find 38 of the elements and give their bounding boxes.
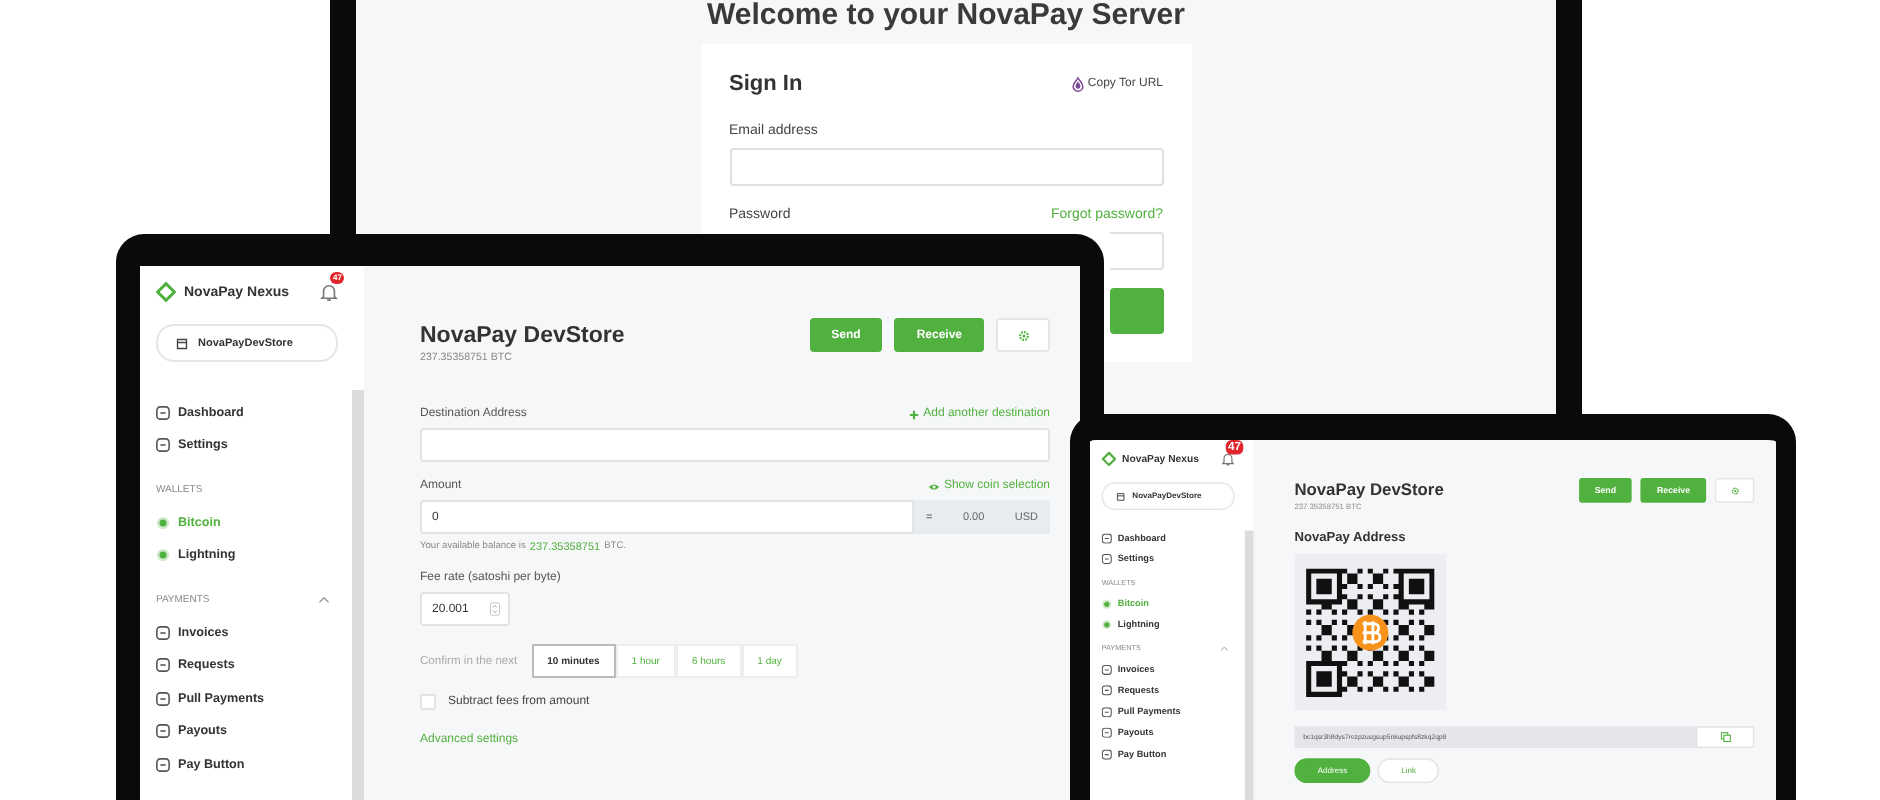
plus-icon bbox=[907, 409, 920, 419]
logo-icon bbox=[1101, 451, 1117, 467]
menu-item-icon bbox=[156, 438, 170, 453]
chevron-up-icon[interactable] bbox=[318, 596, 330, 604]
store-icon bbox=[176, 337, 188, 349]
checkbox[interactable] bbox=[420, 694, 436, 710]
onion-icon bbox=[1071, 76, 1084, 92]
spinner-arrows-icon bbox=[490, 602, 500, 616]
bell-icon[interactable] bbox=[320, 282, 338, 302]
card-title: Sign In bbox=[729, 72, 803, 96]
copy-icon bbox=[1720, 732, 1731, 743]
status-dot-icon bbox=[156, 548, 170, 563]
submit-button[interactable] bbox=[1109, 288, 1163, 334]
store-title: NovaPay DevStore bbox=[420, 324, 625, 348]
input-field[interactable] bbox=[729, 148, 1163, 186]
menu-item-icon bbox=[156, 724, 170, 739]
page-heading: Welcome to your NovaPay Server bbox=[707, 0, 1185, 32]
settings-button[interactable] bbox=[1714, 477, 1755, 503]
scrollbar[interactable] bbox=[1244, 530, 1254, 800]
input-field[interactable] bbox=[1109, 232, 1163, 270]
logo-icon bbox=[156, 282, 176, 302]
menu-item-icon bbox=[156, 405, 170, 420]
scrollbar[interactable] bbox=[352, 390, 364, 800]
status-dot-icon bbox=[1101, 598, 1112, 609]
status-dot-icon bbox=[156, 515, 170, 530]
settings-icon bbox=[1730, 486, 1739, 495]
status-dot-icon bbox=[1101, 619, 1112, 631]
destination-input[interactable] bbox=[420, 428, 1050, 462]
eye-icon bbox=[927, 481, 940, 491]
menu-item-icon bbox=[156, 658, 170, 673]
menu-item-icon bbox=[156, 625, 170, 640]
settings-button[interactable] bbox=[996, 318, 1050, 352]
copy-button[interactable] bbox=[1695, 726, 1755, 749]
store-title: NovaPay DevStore bbox=[1294, 482, 1444, 500]
qr-code-drawing bbox=[1306, 567, 1435, 697]
menu-item-icon bbox=[156, 691, 170, 706]
menu-item-icon bbox=[156, 757, 170, 772]
settings-icon bbox=[1017, 329, 1029, 341]
